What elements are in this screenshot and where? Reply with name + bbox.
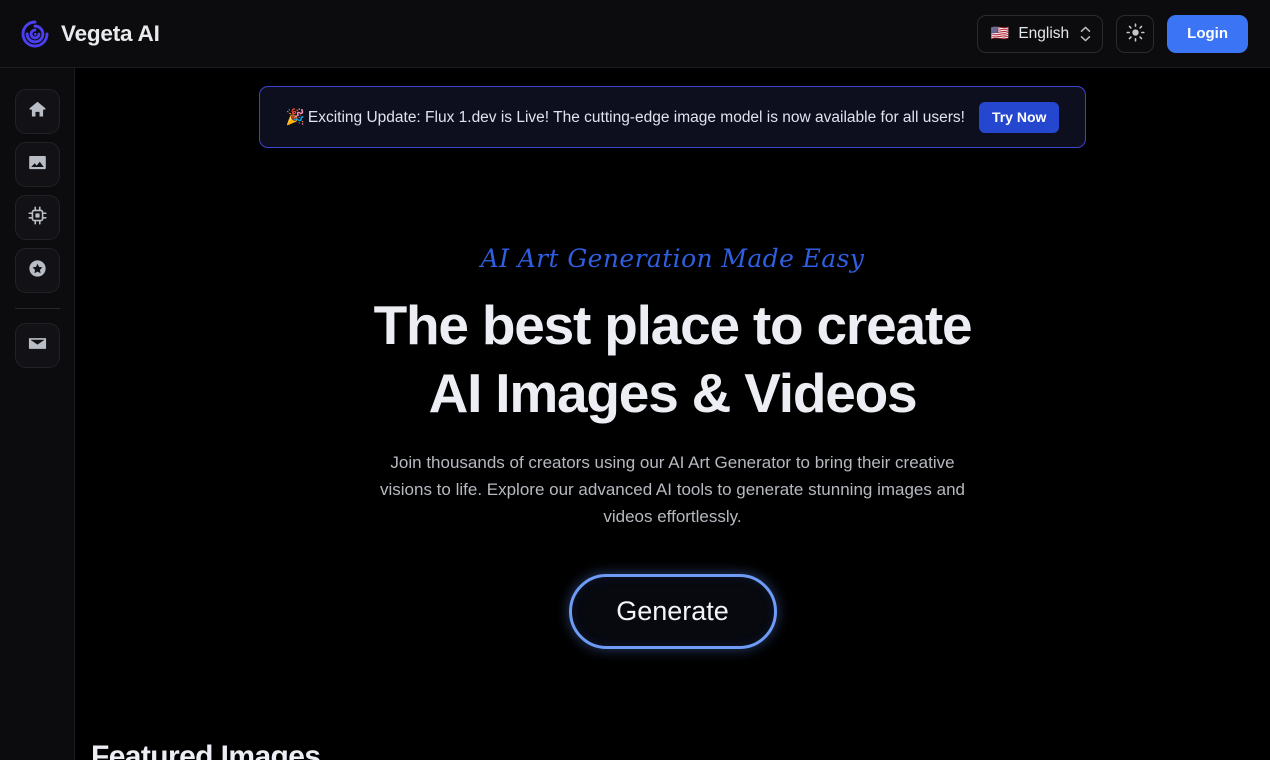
login-button[interactable]: Login bbox=[1167, 14, 1248, 53]
brand[interactable]: Vegeta AI bbox=[20, 19, 160, 49]
party-popper-icon: 🎉 bbox=[285, 108, 305, 126]
main-content: 🎉 Exciting Update: Flux 1.dev is Live! Th… bbox=[75, 68, 1270, 760]
generate-button-wrapper: Generate bbox=[568, 574, 777, 649]
home-icon bbox=[27, 99, 48, 125]
theme-toggle-button[interactable] bbox=[1116, 14, 1155, 53]
language-selector[interactable]: 🇺🇸 English bbox=[976, 14, 1104, 53]
spiral-logo-icon bbox=[20, 19, 50, 49]
sidebar-divider bbox=[14, 308, 60, 309]
hero-title-line-2: AI Images & Videos bbox=[428, 362, 918, 424]
generate-button[interactable]: Generate bbox=[568, 574, 777, 649]
banner-message: 🎉 Exciting Update: Flux 1.dev is Live! Th… bbox=[286, 108, 965, 127]
image-icon bbox=[27, 152, 48, 178]
hero-subtitle: Join thousands of creators using our AI … bbox=[380, 453, 965, 526]
sidebar-item-contact[interactable] bbox=[14, 323, 60, 368]
brand-name: Vegeta AI bbox=[61, 20, 160, 46]
star-circle-icon bbox=[27, 258, 48, 284]
hero-tagline: AI Art Generation Made Easy bbox=[480, 244, 865, 273]
try-now-button[interactable]: Try Now bbox=[978, 101, 1060, 133]
language-label: English bbox=[1018, 24, 1070, 42]
banner-text: Exciting Update: Flux 1.dev is Live! The… bbox=[307, 108, 965, 126]
sun-icon bbox=[1126, 22, 1145, 45]
sidebar-item-gallery[interactable] bbox=[14, 142, 60, 187]
sidebar-item-models[interactable] bbox=[14, 195, 60, 240]
mail-icon bbox=[27, 333, 48, 359]
sidebar-item-home[interactable] bbox=[14, 89, 60, 134]
cpu-chip-icon bbox=[27, 205, 48, 231]
app-header: Vegeta AI 🇺🇸 English Login bbox=[0, 0, 1270, 68]
hero-title-line-1: The best place to create bbox=[373, 294, 973, 356]
featured-images-heading: Featured Images bbox=[91, 740, 321, 760]
chevron-up-down-icon bbox=[1080, 26, 1091, 42]
announcement-banner: 🎉 Exciting Update: Flux 1.dev is Live! Th… bbox=[259, 86, 1086, 148]
page-title: The best place to create AI Images & Vid… bbox=[373, 291, 973, 427]
sidebar-item-featured[interactable] bbox=[14, 248, 60, 293]
hero-section: AI Art Generation Made Easy The best pla… bbox=[75, 244, 1270, 649]
sidebar bbox=[0, 68, 75, 760]
us-flag-icon: 🇺🇸 bbox=[990, 25, 1010, 42]
header-actions: 🇺🇸 English Login bbox=[976, 14, 1248, 53]
